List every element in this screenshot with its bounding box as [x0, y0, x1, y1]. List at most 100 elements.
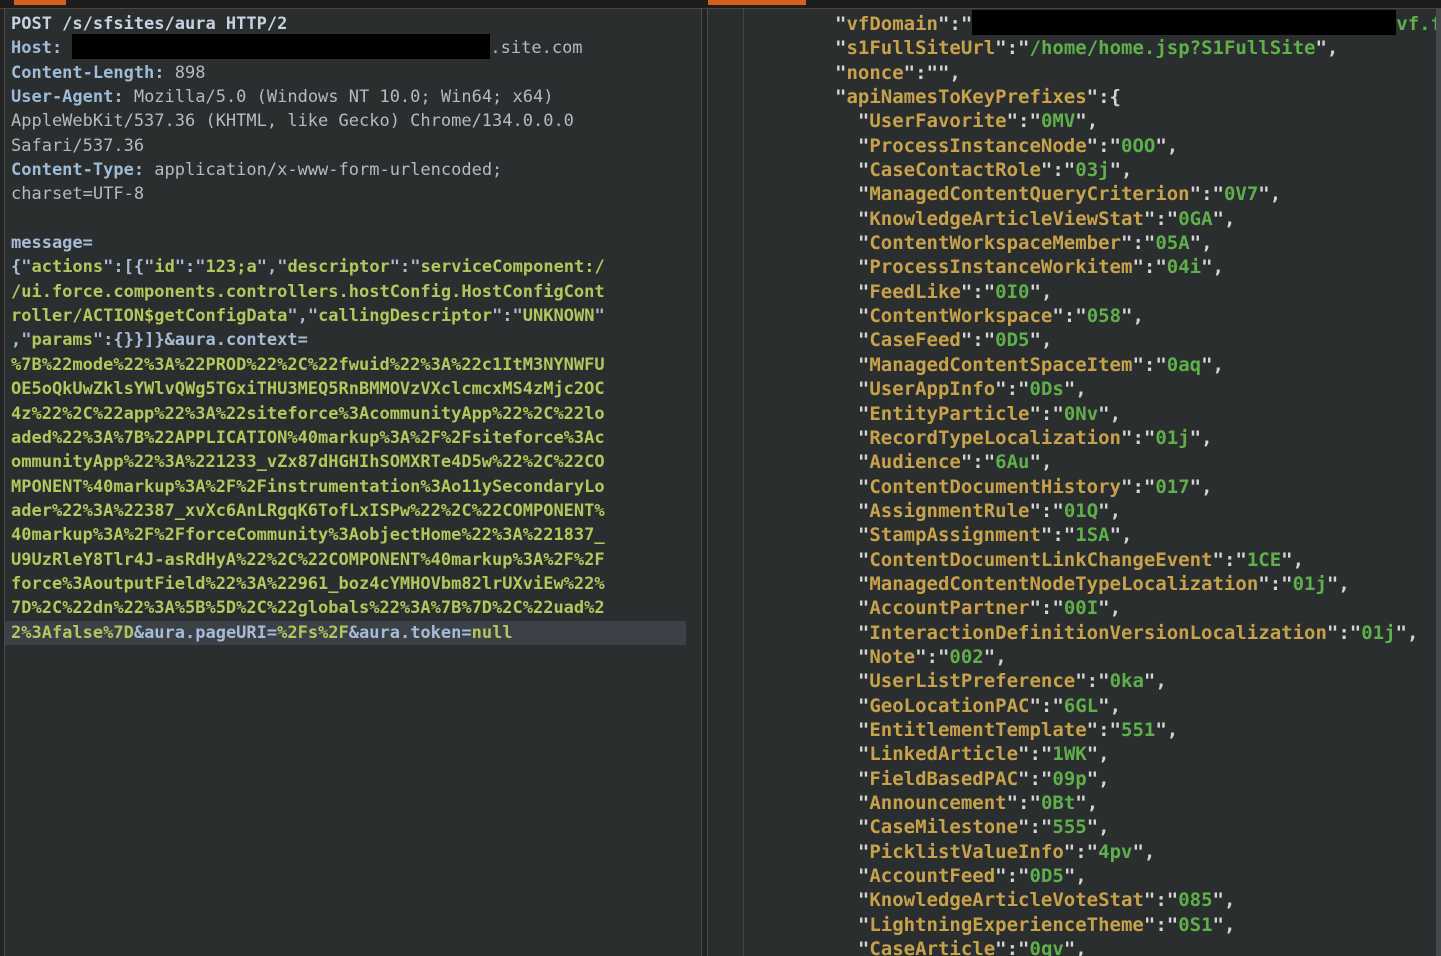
code-token: CaseArticle — [869, 938, 995, 956]
code-token: ":" — [492, 306, 523, 326]
code-line: "KnowledgeArticleVoteStat":"085", — [708, 888, 1436, 912]
code-token: 0aq — [1167, 354, 1201, 376]
code-token: UNKNOWN — [523, 306, 595, 326]
code-token: 1SA — [1075, 524, 1109, 546]
code-token: ContentWorkspaceMember — [869, 232, 1121, 254]
code-line: "FeedLike":"0I0", — [708, 280, 1436, 304]
code-token: ", — [1075, 110, 1098, 132]
code-token: ", — [1087, 816, 1110, 838]
code-token: ":" — [961, 451, 995, 473]
code-token: " — [835, 695, 869, 717]
code-token: ", — [1098, 500, 1121, 522]
pane-divider[interactable] — [703, 9, 707, 956]
code-token: " — [835, 110, 869, 132]
code-token: EntitlementTemplate — [869, 719, 1086, 741]
code-token: ":" — [995, 378, 1029, 400]
code-token: ":" — [1041, 524, 1075, 546]
code-token: " — [835, 792, 869, 814]
code-token: 0gv — [1030, 938, 1064, 956]
code-token: ", — [1155, 135, 1178, 157]
code-token: ":" — [1064, 841, 1098, 863]
code-line: "ContentWorkspace":"058", — [708, 304, 1436, 328]
code-line: force%3AoutputField%22%3A%22961_boz4cYMH… — [5, 572, 701, 596]
code-token: 0I0 — [995, 281, 1029, 303]
code-token: " — [835, 816, 869, 838]
code-token: 09p — [1052, 768, 1086, 790]
code-token: Safari/537.36 — [11, 136, 144, 156]
code-line: message= — [5, 231, 701, 255]
code-token: /ui.force.components.controllers.hostCon… — [11, 282, 605, 302]
code-token: 01j — [1361, 622, 1395, 644]
code-token: " — [835, 865, 869, 887]
code-token: AssignmentRule — [869, 500, 1029, 522]
code-line: "ManagedContentNodeTypeLocalization":"01… — [708, 572, 1436, 596]
code-token: params — [31, 330, 92, 350]
code-token: 551 — [1121, 719, 1155, 741]
code-token: ":" — [915, 646, 949, 668]
code-token: UserAppInfo — [869, 378, 995, 400]
request-editor[interactable]: POST /s/sfsites/aura HTTP/2Host: .site.c… — [4, 9, 702, 956]
code-token: serviceComponent:/ — [421, 257, 605, 277]
code-token: 0OO — [1121, 135, 1155, 157]
code-token: callingDescriptor — [318, 306, 492, 326]
code-token: ":{ — [1087, 86, 1121, 108]
code-token: UserListPreference — [869, 670, 1075, 692]
code-token: force%3AoutputField%22%3A%22961_boz4cYMH… — [11, 574, 605, 594]
code-token: " — [835, 476, 869, 498]
request-active-tab-indicator — [14, 0, 66, 5]
code-token: ContentDocumentHistory — [869, 476, 1121, 498]
code-token: PicklistValueInfo — [869, 841, 1063, 863]
code-token: actions — [31, 257, 103, 277]
code-token: FeedLike — [869, 281, 961, 303]
code-token: ":" — [1029, 695, 1063, 717]
redaction-box — [972, 10, 1396, 35]
code-token: ":" — [1018, 768, 1052, 790]
code-token: ContentWorkspace — [869, 305, 1052, 327]
code-token: ":" — [961, 281, 995, 303]
code-line: POST /s/sfsites/aura HTTP/2 — [5, 12, 701, 36]
code-token: ", — [1201, 256, 1224, 278]
code-token: 4z%22%2C%22app%22%3A%22siteforce%3Acommu… — [11, 404, 605, 424]
response-scrollbar[interactable] — [1436, 9, 1441, 956]
code-token: nonce — [846, 62, 903, 84]
code-token: ommunityApp%22%3A%221233_vZx87dHGHIhSOMX… — [11, 452, 605, 472]
code-token: " — [835, 378, 869, 400]
code-line: "UserFavorite":"0MV", — [708, 109, 1436, 133]
code-token: EntityParticle — [869, 403, 1029, 425]
code-line: "AccountPartner":"00I", — [708, 596, 1436, 620]
code-token: 7D%2C%22dn%22%3A%5B%5D%2C%22globals%22%3… — [11, 598, 605, 618]
code-line: 40markup%3A%2F%2FforceCommunity%3Aobject… — [5, 523, 701, 547]
code-line: "Audience":"6Au", — [708, 450, 1436, 474]
code-line: "CaseFeed":"0D5", — [708, 328, 1436, 352]
code-token: " — [835, 549, 869, 571]
code-line: /ui.force.components.controllers.hostCon… — [5, 280, 701, 304]
code-token: ", — [1190, 427, 1213, 449]
code-token: ", — [1155, 719, 1178, 741]
code-token: .site.com — [490, 38, 582, 58]
code-line: "ContentDocumentLinkChangeEvent":"1CE", — [708, 548, 1436, 572]
code-line: "ProcessInstanceNode":"0OO", — [708, 134, 1436, 158]
code-token: ":" — [938, 13, 972, 35]
response-editor[interactable]: "vfDomain":"vf.f"s1FullSiteUrl":"/home/h… — [707, 9, 1436, 956]
code-token: POST /s/sfsites/aura HTTP/2 — [11, 14, 287, 34]
code-token: 0ka — [1110, 670, 1144, 692]
code-token: 085 — [1178, 889, 1212, 911]
code-token: ManagedContentQueryCriterion — [869, 183, 1189, 205]
code-line: Safari/537.36 — [5, 134, 701, 158]
code-token: CaseContactRole — [869, 159, 1041, 181]
code-line: "RecordTypeLocalization":"01j", — [708, 426, 1436, 450]
code-token: ManagedContentSpaceItem — [869, 354, 1132, 376]
code-token: " — [835, 646, 869, 668]
code-line: "CaseMilestone":"555", — [708, 815, 1436, 839]
code-token: ", — [1110, 524, 1133, 546]
code-line: User-Agent: Mozilla/5.0 (Windows NT 10.0… — [5, 85, 701, 109]
code-token: /home/home.jsp?S1FullSite — [1030, 37, 1316, 59]
code-token: ", — [1132, 841, 1155, 863]
code-token: U9UzRleY8Tlr4J-asRdHyA%22%2C%22COMPONENT… — [11, 550, 605, 570]
code-line: "AssignmentRule":"01Q", — [708, 499, 1436, 523]
code-token: " — [835, 232, 869, 254]
code-token: Announcement — [869, 792, 1006, 814]
code-token: ", — [1190, 232, 1213, 254]
code-token: ", — [1064, 378, 1087, 400]
code-token: FieldBasedPAC — [869, 768, 1018, 790]
